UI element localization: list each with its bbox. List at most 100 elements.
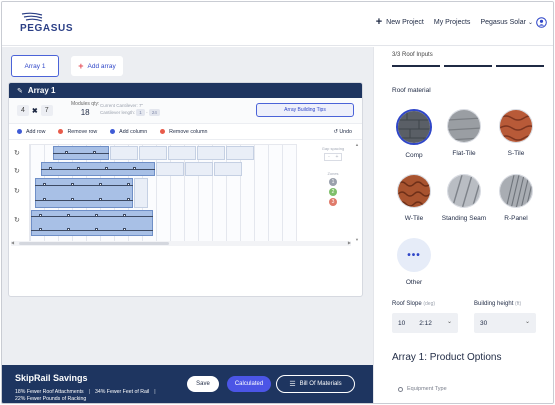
zone-2-badge[interactable]: 2 xyxy=(329,188,337,196)
add-array-button[interactable]: + Add array xyxy=(71,56,123,76)
remove-column-button[interactable]: Remove column xyxy=(160,129,207,135)
step-bar xyxy=(496,65,544,67)
empty-panel-slot[interactable] xyxy=(168,146,196,160)
cantilever-info: Current Cantilever: 7" Cantilever length… xyxy=(100,102,160,116)
plus-icon: + xyxy=(375,16,383,28)
attachment-clamp[interactable] xyxy=(93,151,96,154)
top-nav: + New Project My Projects Pegasus Solar … xyxy=(376,17,547,28)
standing-seam-icon xyxy=(447,174,481,208)
cantilever-length-input[interactable]: 24 xyxy=(148,109,160,116)
vertical-scrollbar[interactable]: ▲ ▼ xyxy=(355,142,359,242)
rows-input[interactable]: 4 xyxy=(17,105,29,116)
account-menu[interactable]: Pegasus Solar ⌄ xyxy=(480,17,547,28)
rotate-row-icon[interactable]: ↻ xyxy=(14,167,20,175)
attachment-clamp[interactable] xyxy=(123,214,126,217)
attachment-clamp[interactable] xyxy=(123,228,126,231)
scroll-right-icon[interactable]: ▶ xyxy=(348,240,351,245)
attachment-clamp[interactable] xyxy=(133,167,136,170)
brand-name: PEGASUS xyxy=(20,23,74,34)
material-s-tile[interactable]: S-Tile xyxy=(490,109,542,157)
new-project-link[interactable]: + New Project xyxy=(375,16,424,28)
zone-3-badge[interactable]: 3 xyxy=(329,198,337,206)
attachment-clamp[interactable] xyxy=(99,183,102,186)
attachment-clamp[interactable] xyxy=(95,214,98,217)
solar-panel[interactable] xyxy=(31,210,153,236)
gap-spacing-stepper[interactable]: - + xyxy=(324,153,342,161)
scroll-down-icon[interactable]: ▼ xyxy=(355,237,359,242)
save-button[interactable]: Save xyxy=(187,376,219,392)
w-tile-icon xyxy=(397,174,431,208)
attachment-clamp[interactable] xyxy=(127,183,130,186)
my-projects-link[interactable]: My Projects xyxy=(434,19,471,26)
plus-icon[interactable]: + xyxy=(333,154,341,160)
modules-qty: Modules qty: 18 xyxy=(71,101,99,117)
attachment-clamp[interactable] xyxy=(39,214,42,217)
add-row-button[interactable]: Add row xyxy=(17,129,45,135)
material-comp[interactable]: Comp xyxy=(388,109,440,159)
roof-slope-select[interactable]: 10 2:12 ⌄ xyxy=(392,313,458,333)
material-label: Standing Seam xyxy=(441,215,487,222)
rotate-row-icon[interactable]: ↻ xyxy=(14,149,20,157)
attachment-clamp[interactable] xyxy=(99,198,102,201)
horizontal-scrollbar[interactable]: ◀ ▶ xyxy=(11,240,351,246)
bill-of-materials-button[interactable]: ☰ Bill Of Materials xyxy=(276,375,355,393)
empty-panel-slot[interactable] xyxy=(110,146,138,160)
scrollbar-thumb[interactable] xyxy=(19,242,169,245)
attachment-clamp[interactable] xyxy=(77,167,80,170)
solar-panel[interactable] xyxy=(35,178,133,208)
grid-side-controls: Gap spacing - + Zones 1 2 3 xyxy=(318,146,348,206)
material-standing-seam[interactable]: Standing Seam xyxy=(438,174,490,222)
attachment-clamp[interactable] xyxy=(127,198,130,201)
empty-panel-slot[interactable] xyxy=(214,162,242,176)
scroll-left-icon[interactable]: ◀ xyxy=(11,240,14,245)
attachment-clamp[interactable] xyxy=(105,167,108,170)
material-w-tile[interactable]: W-Tile xyxy=(388,174,440,222)
cantilever-decrement[interactable]: 1 xyxy=(136,109,145,116)
attachment-clamp[interactable] xyxy=(71,183,74,186)
building-height-select[interactable]: 30 ⌄ xyxy=(474,313,536,333)
account-name: Pegasus Solar xyxy=(480,19,526,26)
attachment-clamp[interactable] xyxy=(43,183,46,186)
scroll-up-icon[interactable]: ▲ xyxy=(355,142,359,147)
attachment-clamp[interactable] xyxy=(49,167,52,170)
bom-label: Bill Of Materials xyxy=(299,381,342,387)
material-other[interactable]: ••• Other xyxy=(388,238,440,286)
attachment-clamp[interactable] xyxy=(95,228,98,231)
equipment-type-option[interactable]: Equipment Type xyxy=(398,386,447,392)
material-label: W-Tile xyxy=(404,215,424,222)
array-card: ✎ Array 1 4 ✖ 7 Modules qty: 18 Current … xyxy=(8,82,363,297)
empty-panel-slot[interactable] xyxy=(185,162,213,176)
remove-row-button[interactable]: Remove row xyxy=(58,129,97,135)
material-flat-tile[interactable]: Flat-Tile xyxy=(438,109,490,157)
attachment-clamp[interactable] xyxy=(67,214,70,217)
attachment-clamp[interactable] xyxy=(65,151,68,154)
empty-panel-slot[interactable] xyxy=(197,146,225,160)
rotate-row-icon[interactable]: ↻ xyxy=(14,187,20,195)
modules-qty-label: Modules qty: xyxy=(71,101,100,107)
attachment-clamp[interactable] xyxy=(39,228,42,231)
tab-array-1[interactable]: Array 1 xyxy=(11,55,59,77)
minus-icon[interactable]: - xyxy=(325,154,333,160)
material-r-panel[interactable]: R-Panel xyxy=(490,174,542,222)
array-building-tips-button[interactable]: Array Building Tips xyxy=(256,103,354,117)
array-tabs: Array 1 + Add array xyxy=(11,55,123,77)
empty-panel-slot[interactable] xyxy=(226,146,254,160)
undo-button[interactable]: ↺ Undo xyxy=(333,129,352,135)
empty-panel-slot[interactable] xyxy=(139,146,167,160)
attachment-clamp[interactable] xyxy=(71,198,74,201)
rotate-row-icon[interactable]: ↻ xyxy=(14,216,20,224)
attachment-clamp[interactable] xyxy=(67,228,70,231)
pegasus-logo[interactable]: PEGASUS xyxy=(20,12,73,34)
edit-pencil-icon[interactable]: ✎ xyxy=(17,87,23,95)
roof-slope-deg: 10 xyxy=(398,319,406,327)
zone-1-badge[interactable]: 1 xyxy=(329,178,337,186)
undo-label: Undo xyxy=(339,129,352,135)
empty-panel-slot[interactable] xyxy=(134,178,148,208)
material-label: Flat-Tile xyxy=(452,150,476,157)
columns-input[interactable]: 7 xyxy=(40,105,53,116)
add-column-button[interactable]: Add column xyxy=(110,129,147,135)
empty-panel-slot[interactable] xyxy=(156,162,184,176)
array-inputs-row: 4 ✖ 7 Modules qty: 18 Current Cantilever… xyxy=(9,98,362,124)
calculated-button[interactable]: Calculated xyxy=(227,376,271,392)
attachment-clamp[interactable] xyxy=(43,198,46,201)
